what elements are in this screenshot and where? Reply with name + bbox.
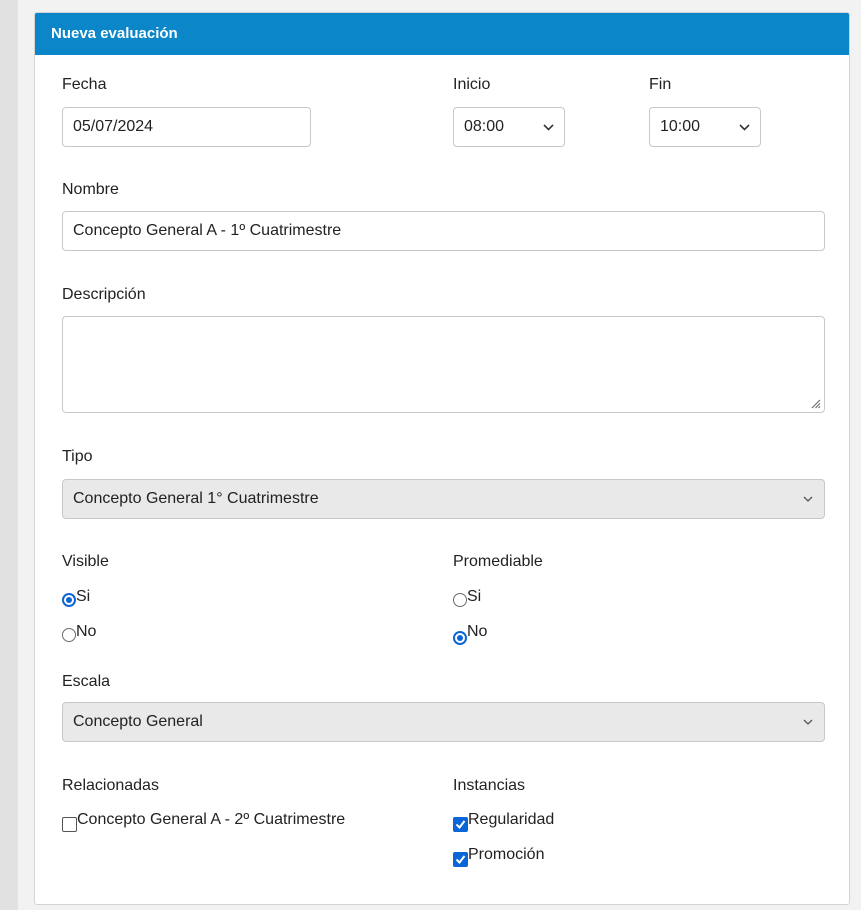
fin-label: Fin: [649, 76, 672, 93]
promediable-si-option[interactable]: Si: [453, 588, 481, 607]
fin-select[interactable]: 10:00: [649, 107, 761, 147]
instancia-regularidad-label: Regularidad: [468, 811, 555, 828]
promediable-label: Promediable: [453, 553, 543, 570]
checkbox-unchecked-icon[interactable]: [62, 817, 77, 832]
promediable-no-option[interactable]: No: [453, 623, 487, 645]
visible-si-label: Si: [76, 588, 91, 605]
resize-grip-icon[interactable]: [809, 397, 821, 409]
fin-value: 10:00: [660, 118, 701, 135]
checkbox-checked-icon[interactable]: [453, 817, 468, 832]
fecha-input[interactable]: 05/07/2024: [62, 107, 311, 147]
chevron-down-icon: [802, 480, 814, 518]
new-evaluation-panel: Nueva evaluación Fecha 05/07/2024 Inicio…: [34, 12, 850, 905]
inicio-value: 08:00: [464, 118, 505, 135]
instancia-regularidad[interactable]: Regularidad: [453, 811, 554, 832]
checkbox-checked-icon[interactable]: [453, 852, 468, 867]
instancias-label: Instancias: [453, 777, 526, 794]
descripcion-label: Descripción: [62, 286, 146, 303]
nombre-label: Nombre: [62, 181, 119, 198]
chevron-down-icon: [802, 703, 814, 741]
escala-label: Escala: [62, 673, 111, 690]
escala-value: Concepto General: [73, 713, 203, 730]
instancia-promocion-label: Promoción: [468, 846, 545, 863]
panel-title: Nueva evaluación: [35, 13, 849, 55]
chevron-down-icon: [738, 108, 750, 146]
inicio-select[interactable]: 08:00: [453, 107, 565, 147]
tipo-value: Concepto General 1° Cuatrimestre: [73, 490, 319, 507]
visible-label: Visible: [62, 553, 109, 570]
chevron-down-icon: [542, 108, 554, 146]
relacionada-item[interactable]: Concepto General A - 2º Cuatrimestre: [62, 811, 345, 832]
visible-no-label: No: [76, 623, 97, 640]
left-sidebar-strip: [0, 0, 18, 910]
fecha-label: Fecha: [62, 76, 107, 93]
nombre-input[interactable]: Concepto General A - 1º Cuatrimestre: [62, 211, 825, 251]
inicio-label: Inicio: [453, 76, 491, 93]
tipo-label: Tipo: [62, 448, 93, 465]
escala-select[interactable]: Concepto General: [62, 702, 825, 742]
radio-checked-icon[interactable]: [453, 631, 467, 645]
visible-no-option[interactable]: No: [62, 623, 96, 642]
promediable-no-label: No: [467, 623, 488, 640]
tipo-select[interactable]: Concepto General 1° Cuatrimestre: [62, 479, 825, 519]
instancia-promocion[interactable]: Promoción: [453, 846, 544, 867]
radio-checked-icon[interactable]: [62, 593, 76, 607]
visible-si-option[interactable]: Si: [62, 588, 90, 607]
promediable-si-label: Si: [467, 588, 482, 605]
radio-unchecked-icon[interactable]: [62, 628, 76, 642]
relacionadas-label: Relacionadas: [62, 777, 159, 794]
relacionada-item-label: Concepto General A - 2º Cuatrimestre: [77, 811, 346, 828]
descripcion-textarea[interactable]: [62, 316, 825, 413]
radio-unchecked-icon[interactable]: [453, 593, 467, 607]
